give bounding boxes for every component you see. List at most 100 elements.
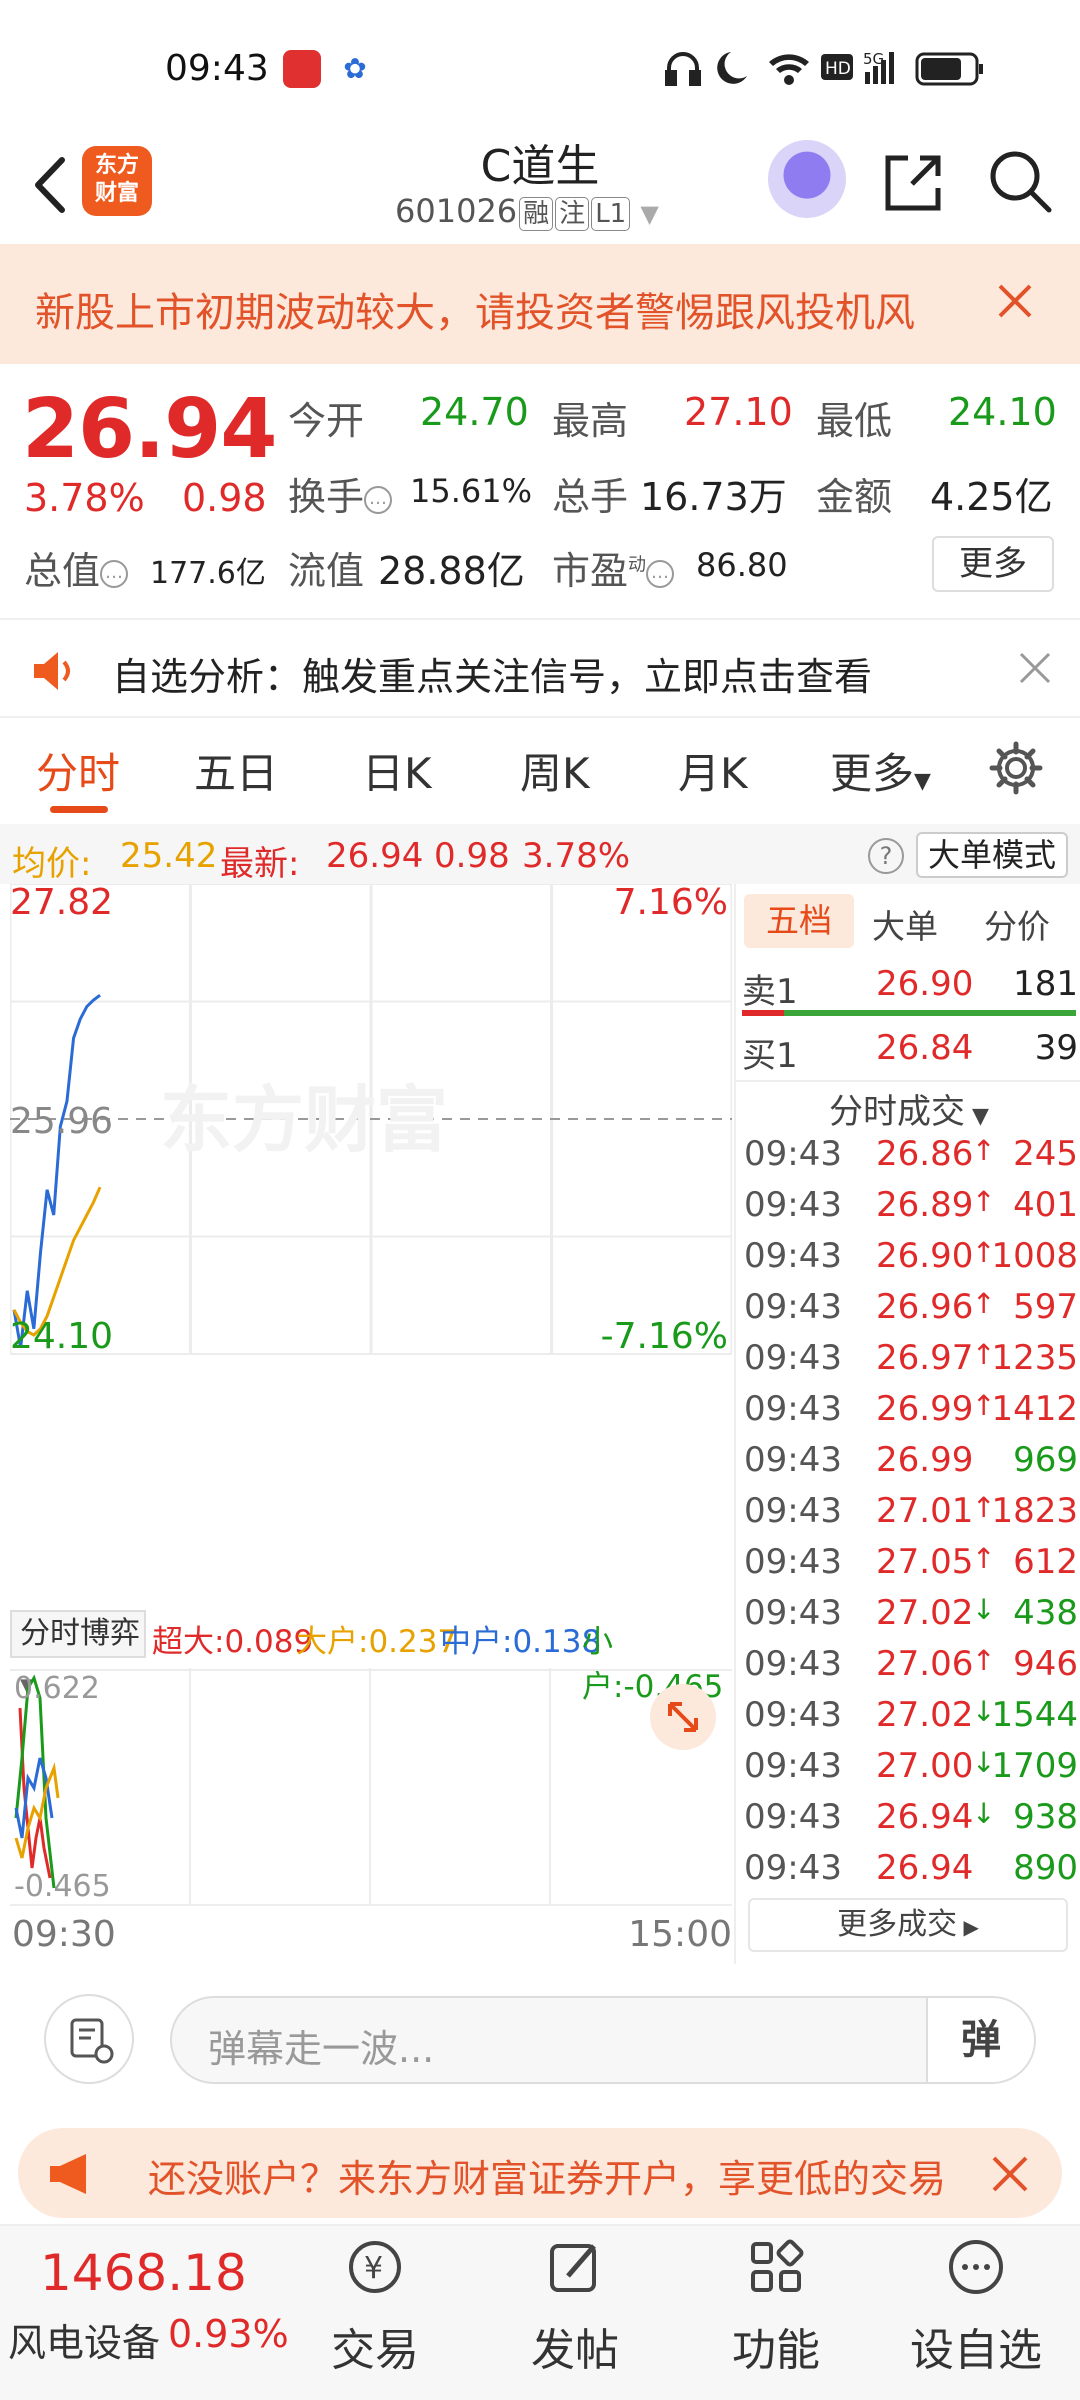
- trade-price: 27.05: [876, 1542, 974, 1582]
- info-icon[interactable]: …: [100, 559, 129, 588]
- trade-row: 09:43 27.02 ↓ 438: [744, 1593, 1078, 1643]
- gear-icon[interactable]: [988, 740, 1044, 796]
- danmu-toggle-button[interactable]: 弹: [926, 1998, 1034, 2082]
- amount-value: 4.25亿: [930, 475, 1053, 519]
- flow-large: 大户:0.237: [296, 1624, 458, 1660]
- notice-text: 自选分析：触发重点关注信号，立即点击查看: [112, 655, 873, 699]
- back-arrow-icon[interactable]: [20, 150, 80, 220]
- more-trades-button[interactable]: 更多成交 ▶: [748, 1898, 1068, 1952]
- nav-trade[interactable]: ¥ 交易: [305, 2236, 445, 2378]
- trade-row: 09:43 27.06 ↑ 946: [744, 1644, 1078, 1694]
- volume-label: 总手: [552, 475, 629, 519]
- pe-dynamic-sup: 动: [628, 554, 647, 576]
- trade-row: 09:43 26.86 ↑ 245: [744, 1134, 1078, 1184]
- trade-up-arrow-icon: ↑: [972, 1134, 996, 1167]
- eastmoney-logo[interactable]: 东方 财富: [82, 146, 152, 216]
- sub-indicator-chart[interactable]: 0.622 -0.465: [10, 1668, 732, 1904]
- nav-post[interactable]: 发帖: [505, 2236, 645, 2378]
- stock-code: 601026: [395, 192, 518, 230]
- trade-price: 27.00: [876, 1746, 974, 1786]
- trade-row: 09:43 27.01 ↑ 1823: [744, 1491, 1078, 1541]
- mktcap-value: 177.6亿: [150, 556, 266, 591]
- status-bar: 09:43 ✿ HD 5G: [0, 0, 1080, 140]
- moon-icon: [717, 52, 747, 84]
- current-price: 26.94: [22, 382, 277, 477]
- info-icon[interactable]: …: [364, 485, 393, 514]
- network-label: 5G: [863, 50, 884, 68]
- tab-five-levels[interactable]: 五档: [744, 894, 854, 948]
- sector-index-name[interactable]: 风电设备: [8, 2312, 160, 2367]
- nav-functions[interactable]: 功能: [706, 2236, 846, 2378]
- wifi-icon: [769, 54, 809, 85]
- trade-price: 26.96: [876, 1287, 974, 1327]
- close-icon[interactable]: [1015, 648, 1055, 688]
- trade-up-arrow-icon: ↑: [972, 1185, 996, 1218]
- change-value: 0.98: [182, 476, 267, 520]
- tab-intraday[interactable]: 分时: [36, 740, 120, 801]
- open-account-banner[interactable]: 还没账户？来东方财富证券开户，享更低的交易: [18, 2128, 1062, 2218]
- caret-down-icon: ▼: [914, 769, 931, 794]
- help-icon[interactable]: ?: [868, 838, 904, 874]
- trade-price: 26.99: [876, 1389, 974, 1429]
- comment-list-icon[interactable]: [44, 1994, 134, 2084]
- avg-price-label: 均价:: [12, 844, 92, 884]
- tab-five-day[interactable]: 五日: [194, 740, 278, 801]
- close-icon[interactable]: [990, 276, 1040, 326]
- info-icon[interactable]: …: [646, 559, 675, 588]
- buy1-label: 买1: [742, 1036, 798, 1076]
- big-order-mode-button[interactable]: 大单模式: [916, 832, 1068, 878]
- tab-price-distribution[interactable]: 分价: [984, 900, 1050, 948]
- tab-daily-k[interactable]: 日K: [362, 740, 432, 801]
- risk-warning-text: 新股上市初期波动较大，请投资者警惕跟风投机风: [35, 290, 915, 336]
- trade-up-arrow-icon: ↑: [972, 1287, 996, 1320]
- trade-volume: 612: [1013, 1542, 1078, 1582]
- latest-label: 最新:: [220, 844, 300, 884]
- trade-up-arrow-icon: ↑: [972, 1542, 996, 1575]
- trade-time: 09:43: [744, 1287, 842, 1327]
- flow-medium: 中户:0.138: [440, 1624, 602, 1660]
- tab-large-orders[interactable]: 大单: [872, 900, 938, 948]
- trades-header[interactable]: 分时成交 ▼: [736, 1084, 1080, 1133]
- tag-registration: 注: [555, 197, 590, 231]
- chart-tabs: 分时 五日 日K 周K 月K 更多▼: [0, 728, 1080, 824]
- active-tab-indicator: [50, 806, 108, 813]
- watchlist-analysis-notice[interactable]: 自选分析：触发重点关注信号，立即点击查看: [0, 618, 1080, 718]
- tag-l1: L1: [591, 197, 631, 231]
- high-label: 最高: [552, 399, 629, 443]
- trade-volume: 1823: [991, 1491, 1078, 1531]
- danmu-placeholder: 弹幕走一波...: [208, 2027, 435, 2071]
- trade-volume: 245: [1013, 1134, 1078, 1174]
- more-quote-button[interactable]: 更多: [932, 536, 1054, 592]
- trade-volume: 1008: [991, 1236, 1078, 1276]
- tab-monthly-k[interactable]: 月K: [678, 740, 748, 801]
- close-icon[interactable]: [988, 2152, 1032, 2196]
- intraday-chart[interactable]: 东方财富 27.82 7.16% 25.96 24.10 -7.16%: [10, 884, 732, 1600]
- flow-mode-select[interactable]: 分时博弈 ▼: [10, 1610, 146, 1696]
- status-time: 09:43: [165, 48, 269, 89]
- nav-add-watchlist[interactable]: 设自选: [906, 2236, 1046, 2378]
- quote-panel: 26.94 3.78% 0.98 今开 24.70 最高 27.10 最低 24…: [0, 364, 1080, 610]
- expand-icon[interactable]: [650, 1684, 716, 1750]
- share-icon[interactable]: [878, 148, 948, 218]
- trade-row: 09:43 26.99 969: [744, 1440, 1078, 1490]
- trade-row: 09:43 26.99 ↑ 1412: [744, 1389, 1078, 1439]
- danmu-input[interactable]: 弹幕走一波... 弹: [170, 1996, 1036, 2084]
- more-dots-icon: [949, 2240, 1003, 2294]
- trade-row: 09:43 26.97 ↑ 1235: [744, 1338, 1078, 1388]
- tab-weekly-k[interactable]: 周K: [520, 740, 590, 801]
- low-value: 24.10: [948, 390, 1057, 434]
- trade-time: 09:43: [744, 1389, 842, 1429]
- sell1-label: 卖1: [742, 972, 798, 1012]
- search-icon[interactable]: [985, 146, 1055, 216]
- trade-row: 09:43 26.94 ↓ 938: [744, 1797, 1078, 1847]
- stock-code-row[interactable]: 601026 融注 L1 ▼: [395, 192, 715, 231]
- float-label: 流值: [288, 549, 365, 593]
- trade-time: 09:43: [744, 1848, 842, 1888]
- sector-index-value[interactable]: 1468.18: [40, 2244, 247, 2302]
- ai-assistant-icon[interactable]: [768, 140, 846, 218]
- order-book-panel: 五档 大单 分价 卖1 26.90 181 买1 26.84 39 分时成交 ▼…: [734, 884, 1080, 1964]
- trade-row: 09:43 26.96 ↑ 597: [744, 1287, 1078, 1337]
- trade-volume: 1412: [991, 1389, 1078, 1429]
- tab-more[interactable]: 更多▼: [830, 740, 931, 801]
- logo-line2: 财富: [94, 181, 139, 206]
